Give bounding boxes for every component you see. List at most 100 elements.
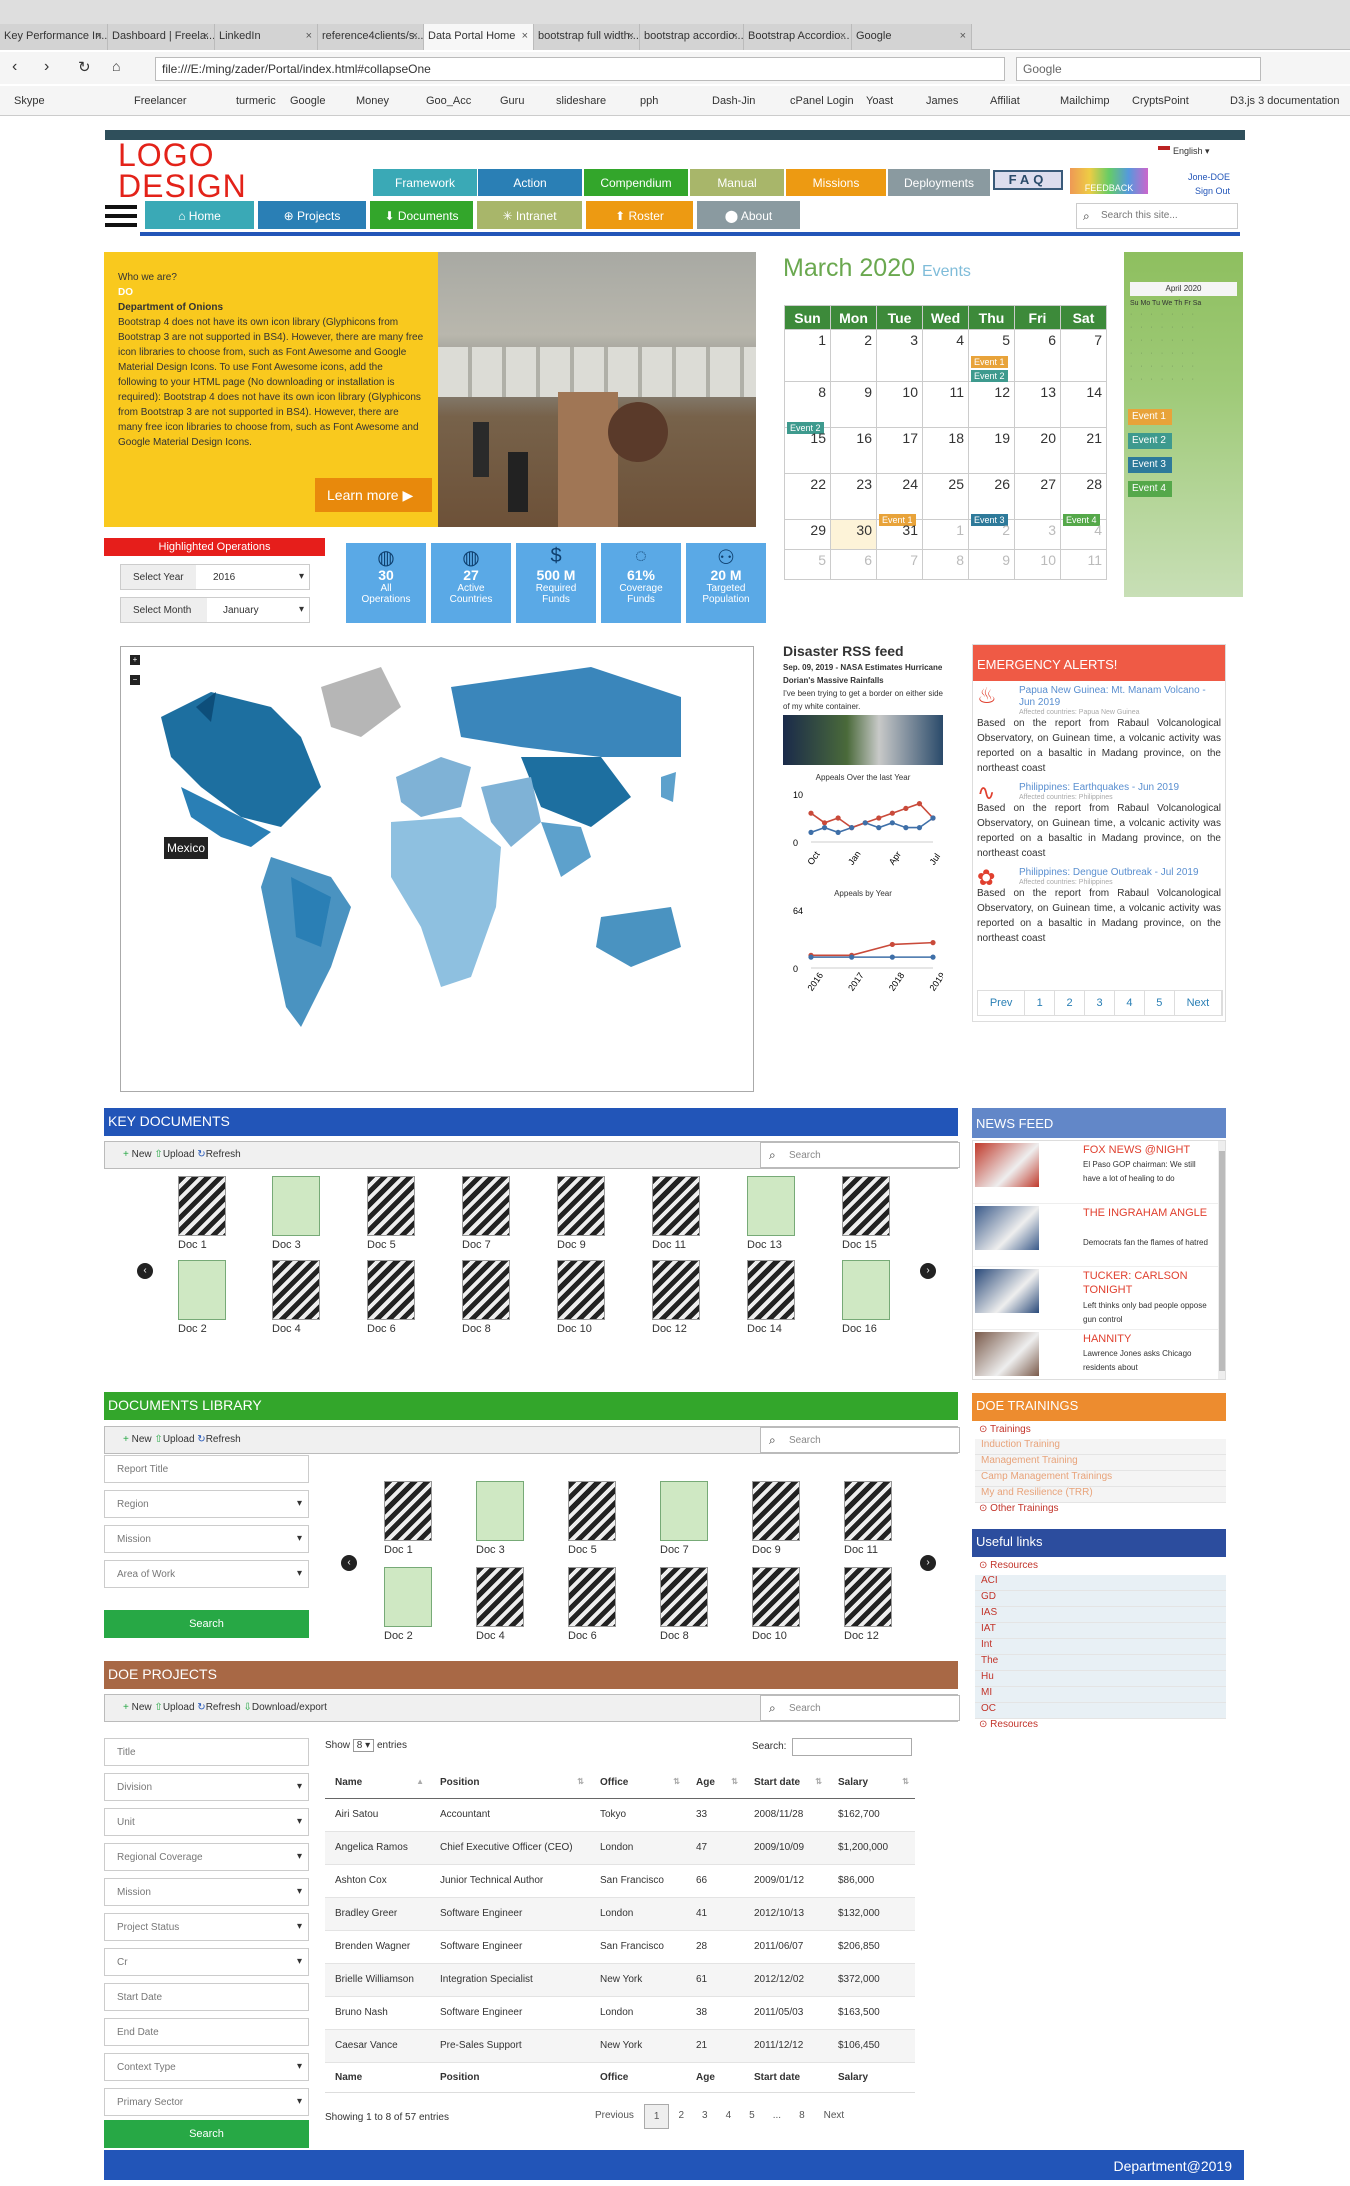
- calendar-event[interactable]: Event 1: [971, 356, 1008, 368]
- calendar-day-cell[interactable]: 20: [1014, 427, 1061, 474]
- news-title[interactable]: FOX NEWS @NIGHT: [1083, 1143, 1211, 1157]
- column-header[interactable]: Name: [325, 2062, 430, 2093]
- next-arrow-icon[interactable]: ›: [920, 1263, 936, 1279]
- document-tile[interactable]: Doc 12: [844, 1567, 899, 1642]
- pagination-item[interactable]: 1: [1025, 991, 1056, 1015]
- pagination-item[interactable]: 2: [669, 2104, 693, 2129]
- document-tile[interactable]: Doc 5: [568, 1481, 623, 1556]
- chart-point[interactable]: [835, 829, 841, 835]
- chart-point[interactable]: [821, 820, 828, 826]
- mini-calendar-month[interactable]: April 2020: [1130, 282, 1237, 296]
- pagination-item[interactable]: 5: [1145, 991, 1175, 1015]
- browser-tab[interactable]: reference4clients/s... ×: [318, 24, 424, 50]
- browser-tab[interactable]: Dashboard | Freela... ×: [108, 24, 215, 50]
- home-icon[interactable]: ⌂: [112, 58, 120, 74]
- signout-link[interactable]: Sign Out: [1186, 186, 1230, 196]
- main-tab-action[interactable]: Action: [478, 169, 582, 196]
- filter-end-date[interactable]: End Date: [104, 2018, 309, 2046]
- browser-tab[interactable]: LinkedIn ×: [215, 24, 318, 50]
- bookmark-link[interactable]: cPanel Login: [790, 95, 854, 107]
- close-icon[interactable]: ×: [96, 30, 102, 42]
- document-tile[interactable]: Doc 14: [747, 1260, 802, 1335]
- calendar-day-cell[interactable]: 1: [784, 329, 831, 382]
- document-tile[interactable]: Doc 11: [844, 1481, 899, 1556]
- document-tile[interactable]: Doc 6: [367, 1260, 422, 1335]
- document-tile[interactable]: Doc 7: [462, 1176, 517, 1251]
- chart-point[interactable]: [849, 954, 855, 960]
- entries-select[interactable]: 8 ▾: [352, 1739, 375, 1752]
- browser-tab[interactable]: bootstrap full width... ×: [534, 24, 640, 50]
- document-tile[interactable]: Doc 4: [476, 1567, 531, 1642]
- news-item[interactable]: HANNITY Lawrence Jones asks Chicago resid…: [973, 1330, 1225, 1379]
- refresh-button[interactable]: Refresh: [206, 1149, 241, 1160]
- useful-link[interactable]: MI: [975, 1687, 1226, 1703]
- calendar-day-cell[interactable]: 4: [922, 329, 969, 382]
- bookmark-link[interactable]: pph: [640, 95, 658, 107]
- pagination-item[interactable]: 1: [643, 2104, 670, 2129]
- close-icon[interactable]: ×: [522, 30, 528, 42]
- filter-title[interactable]: Title: [104, 1738, 309, 1766]
- bookmark-link[interactable]: slideshare: [556, 95, 606, 107]
- chart-point[interactable]: [889, 954, 895, 960]
- calendar-day-cell[interactable]: 13: [1014, 381, 1061, 428]
- filter-regional-coverage[interactable]: Regional Coverage ▾: [104, 1843, 309, 1871]
- table-row[interactable]: Bradley Greer Software Engineer London 41 20…: [325, 1897, 915, 1931]
- event-legend-item[interactable]: Event 4: [1128, 481, 1172, 497]
- document-tile[interactable]: Doc 4: [272, 1260, 327, 1335]
- calendar-day-cell[interactable]: 5: [784, 549, 831, 580]
- pagination-item[interactable]: Previous: [585, 2104, 644, 2129]
- main-tab-missions[interactable]: Missions: [786, 169, 886, 196]
- calendar-day-cell[interactable]: 4: [1060, 519, 1107, 550]
- calendar-day-cell[interactable]: 31: [876, 519, 923, 550]
- chart-point[interactable]: [930, 940, 936, 946]
- calendar-day-cell[interactable]: 10: [876, 381, 923, 428]
- chart-point[interactable]: [916, 801, 923, 807]
- news-title[interactable]: THE INGRAHAM ANGLE: [1083, 1206, 1211, 1220]
- back-icon[interactable]: ‹: [12, 58, 17, 76]
- calendar-day-cell[interactable]: 28 Event 4: [1060, 473, 1107, 526]
- document-tile[interactable]: Doc 10: [557, 1260, 612, 1335]
- column-header[interactable]: Start date: [744, 2062, 828, 2093]
- training-link[interactable]: My and Resilience (TRR): [975, 1487, 1226, 1503]
- stat-card[interactable]: ◍ 27 Active Countries: [431, 543, 511, 623]
- calendar-day-cell[interactable]: 5 Event 1 Event 2: [968, 329, 1015, 382]
- main-tab-framework[interactable]: Framework: [373, 169, 477, 196]
- news-item[interactable]: FOX NEWS @NIGHT El Paso GOP chairman: We …: [973, 1141, 1225, 1204]
- column-header[interactable]: Start date ⇅: [744, 1768, 828, 1799]
- stat-card[interactable]: $500 M Required Funds: [516, 543, 596, 623]
- filter-division[interactable]: Division ▾: [104, 1773, 309, 1801]
- document-tile[interactable]: Doc 16: [842, 1260, 897, 1335]
- calendar-day-cell[interactable]: 14: [1060, 381, 1107, 428]
- nav-tab-about[interactable]: ⬤ About: [697, 201, 800, 229]
- bookmark-link[interactable]: Skype: [14, 95, 45, 107]
- upload-button[interactable]: Upload: [163, 1434, 195, 1445]
- chart-point[interactable]: [903, 805, 909, 811]
- library-search-button[interactable]: Search: [104, 1610, 309, 1638]
- pagination-item[interactable]: 8: [790, 2104, 814, 2129]
- column-header[interactable]: Position ⇅: [430, 1768, 590, 1799]
- table-row[interactable]: Angelica Ramos Chief Executive Officer (C…: [325, 1831, 915, 1865]
- training-link[interactable]: Camp Management Trainings: [975, 1471, 1226, 1487]
- document-tile[interactable]: Doc 8: [660, 1567, 715, 1642]
- filter-start-date[interactable]: Start Date: [104, 1983, 309, 2011]
- document-tile[interactable]: Doc 9: [557, 1176, 612, 1251]
- chart-point[interactable]: [849, 825, 855, 831]
- calendar-day-cell[interactable]: 3: [1014, 519, 1061, 550]
- chart-point[interactable]: [889, 820, 895, 826]
- news-item[interactable]: TUCKER: CARLSON TONIGHT Left thinks only …: [973, 1267, 1225, 1330]
- document-tile[interactable]: Doc 1: [384, 1481, 439, 1556]
- prev-arrow-icon[interactable]: ‹: [341, 1555, 357, 1571]
- pagination-item[interactable]: Next: [1175, 991, 1223, 1015]
- calendar-day-cell[interactable]: 6: [830, 549, 877, 580]
- useful-link[interactable]: Hu: [975, 1671, 1226, 1687]
- document-tile[interactable]: Doc 2: [178, 1260, 233, 1335]
- close-icon[interactable]: ×: [203, 30, 209, 42]
- news-title[interactable]: TUCKER: CARLSON TONIGHT: [1083, 1269, 1211, 1297]
- browser-search-input[interactable]: Google: [1016, 57, 1261, 81]
- bookmark-link[interactable]: Dash-Jin: [712, 95, 755, 107]
- close-icon[interactable]: ×: [732, 30, 738, 42]
- upload-button[interactable]: Upload: [163, 1149, 195, 1160]
- useful-link[interactable]: ACI: [975, 1575, 1226, 1591]
- column-header[interactable]: Name ▲: [325, 1768, 430, 1799]
- pagination-item[interactable]: ...: [764, 2104, 790, 2129]
